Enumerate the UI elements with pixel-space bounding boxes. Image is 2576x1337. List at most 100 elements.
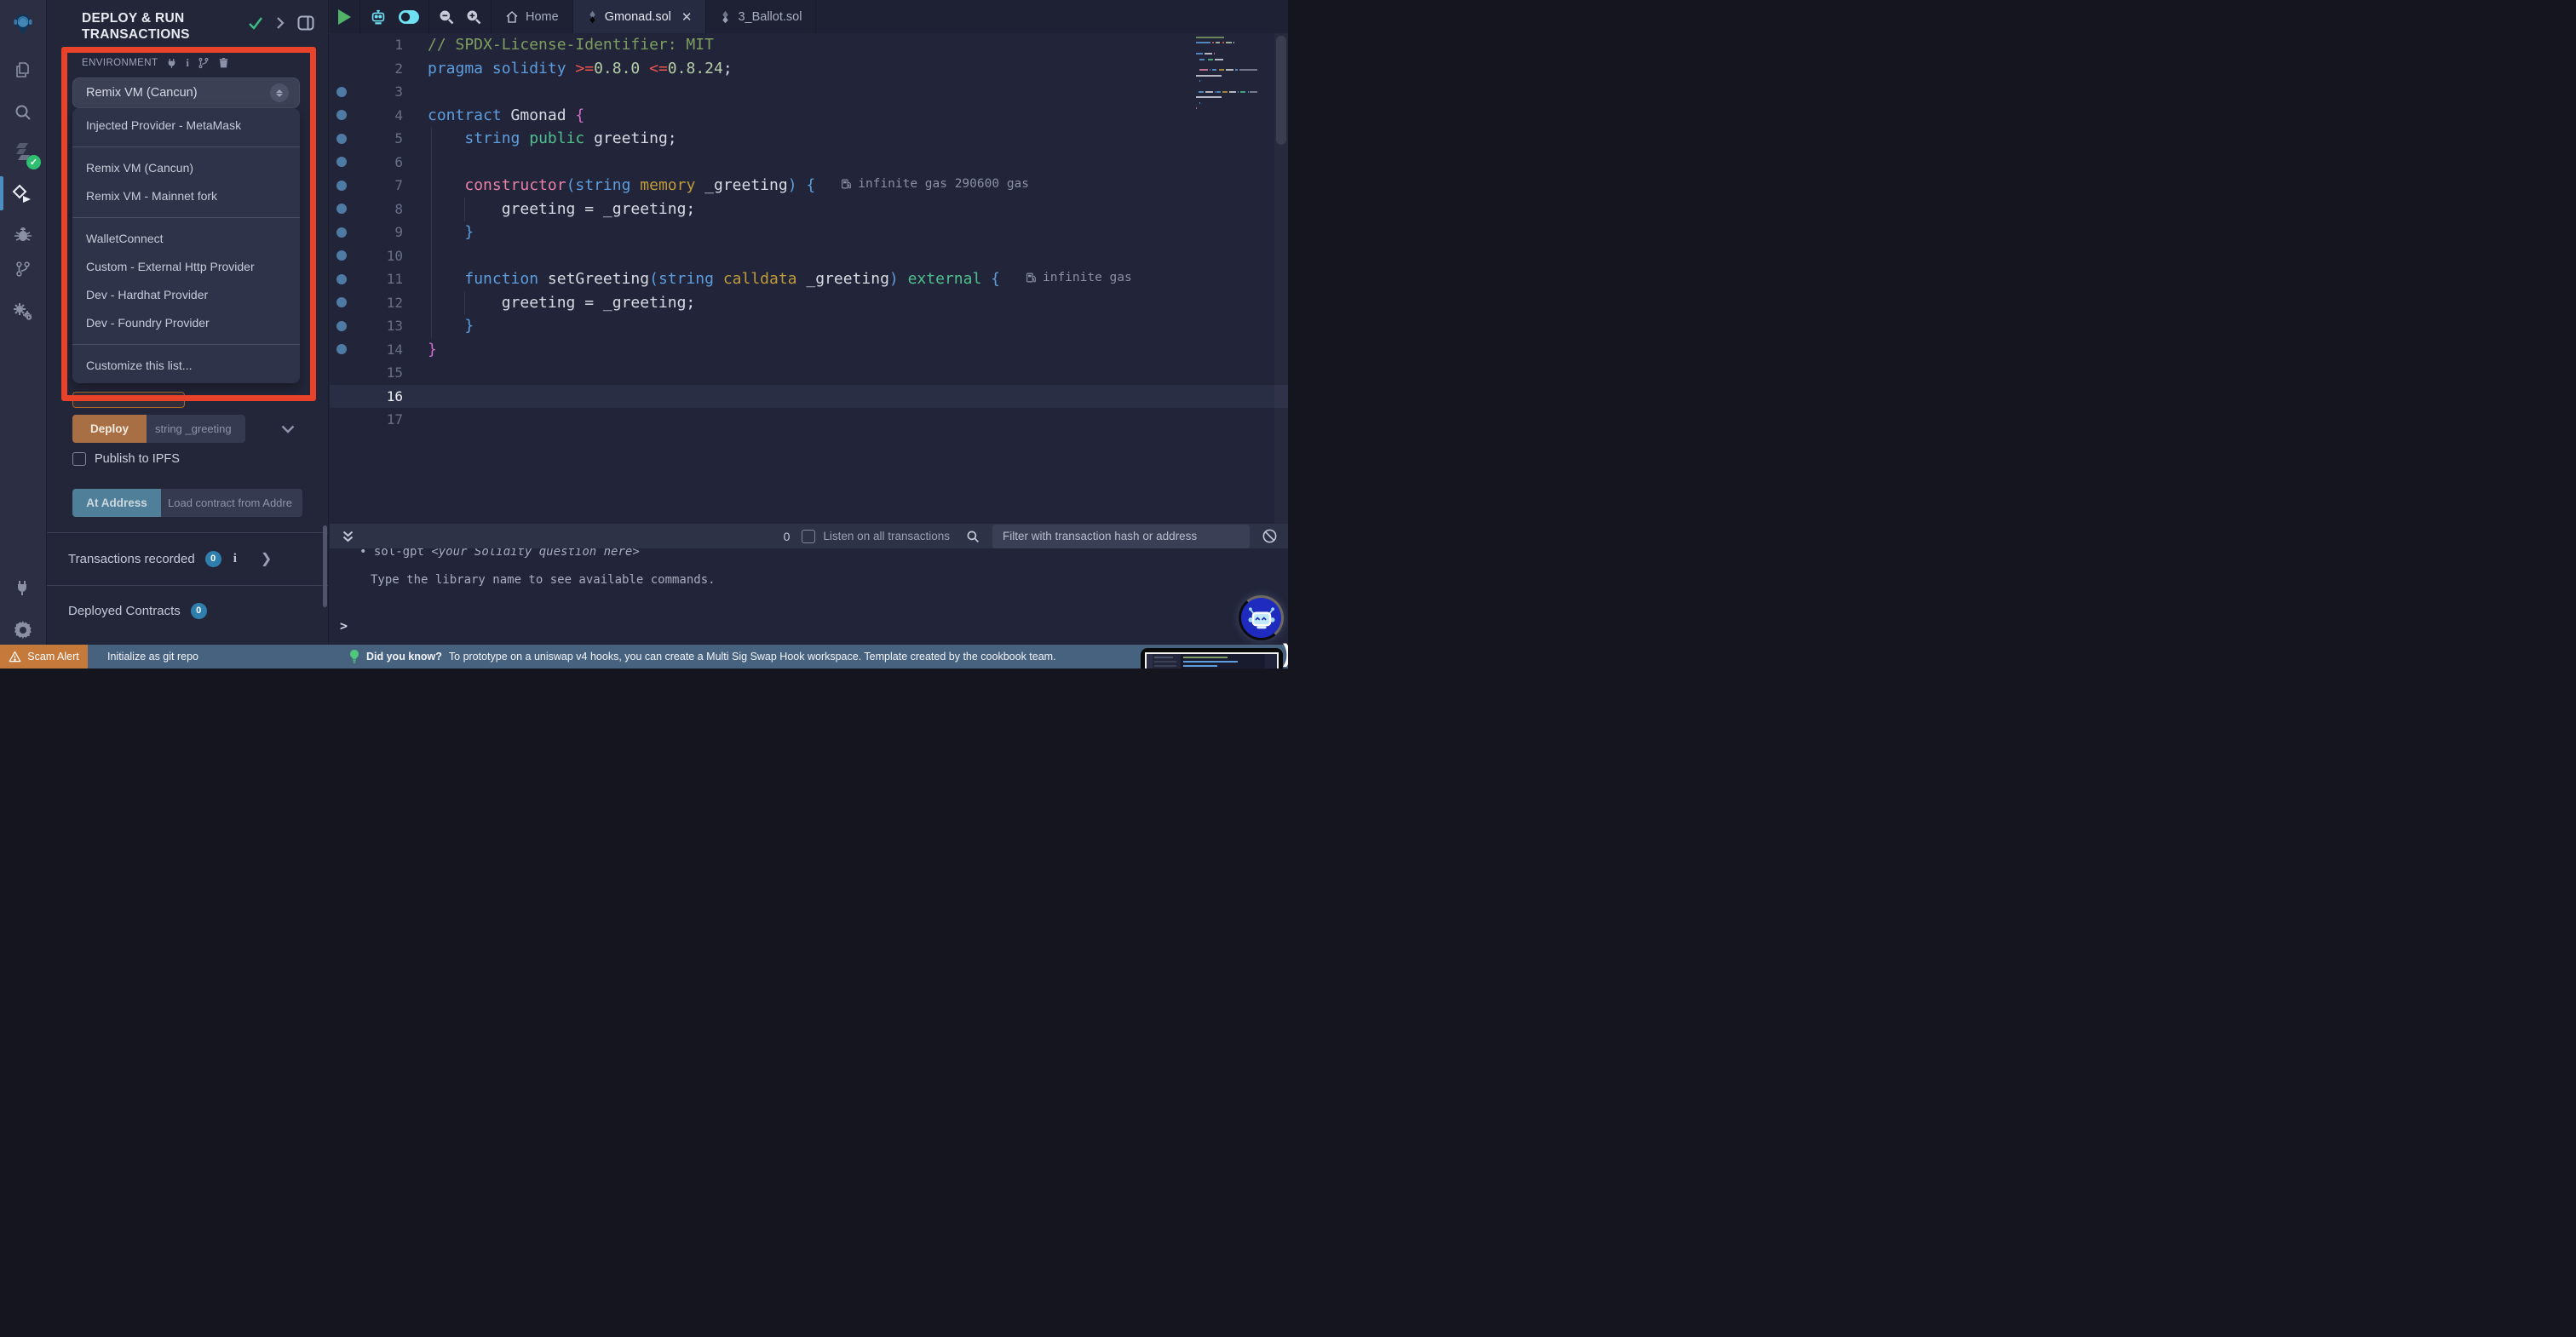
terminal-search-icon[interactable]	[965, 529, 980, 544]
remix-ide-window: ✓ DEPLOY & RUN TRANSACTIONS ENVIRONMENT …	[0, 0, 1288, 668]
zoom-out-icon[interactable]	[438, 9, 455, 26]
deploy-button[interactable]: Deploy	[72, 415, 147, 443]
environment-option[interactable]: Dev - Hardhat Provider	[72, 281, 300, 309]
line-number: 7	[394, 177, 403, 194]
gutter-marker	[330, 157, 354, 168]
solidity-compiler-icon[interactable]: ✓	[11, 140, 41, 169]
gutter-marker	[330, 250, 354, 261]
search-icon[interactable]	[11, 100, 35, 124]
run-script-button[interactable]	[338, 9, 351, 25]
listen-all-transactions-label: Listen on all transactions	[823, 530, 950, 542]
deployed-contracts-section[interactable]: Deployed Contracts 0	[68, 598, 315, 623]
did-you-know-tip: Did you know? To prototype on a uniswap …	[349, 650, 1056, 663]
code-line[interactable]: 14}	[330, 338, 1288, 362]
code-line[interactable]: 7 constructor(string memory _greeting) {…	[330, 174, 1288, 198]
code-line[interactable]: 9 }	[330, 221, 1288, 244]
line-number: 16	[386, 387, 403, 405]
transactions-recorded-section[interactable]: Transactions recorded 0 i ❯	[68, 546, 315, 571]
code-line[interactable]: 16	[330, 384, 1288, 408]
dropdown-divider	[72, 146, 300, 147]
gutter-marker	[330, 227, 354, 238]
tab-home[interactable]: Home	[492, 0, 573, 33]
code-line[interactable]: 17	[330, 408, 1288, 432]
code-text: // SPDX-License-Identifier: MIT	[428, 36, 714, 55]
indent-guide	[464, 197, 465, 221]
ai-assistant-avatar[interactable]	[1239, 595, 1284, 640]
git-init-button[interactable]: Initialize as git repo	[107, 651, 198, 663]
line-number: 1	[394, 37, 403, 54]
code-editor[interactable]: 1 // SPDX-License-Identifier: MIT 2 pragma …	[330, 33, 1288, 524]
pin-panel-icon[interactable]	[297, 15, 314, 31]
scam-alert-button[interactable]: Scam Alert	[0, 645, 88, 668]
transactions-info-icon[interactable]: i	[233, 552, 237, 566]
plugins-icon[interactable]	[11, 300, 35, 324]
code-line[interactable]: 3	[330, 80, 1288, 104]
screen-share-preview[interactable]	[1141, 648, 1283, 668]
gutter-marker	[330, 273, 354, 284]
code-line[interactable]: 13 }	[330, 314, 1288, 338]
transactions-chevron-icon[interactable]: ❯	[261, 550, 272, 567]
terminal-output[interactable]: • sol-gpt <your Solidity question here> …	[330, 548, 1288, 645]
zoom-in-icon[interactable]	[465, 9, 482, 26]
code-line[interactable]: 12 greeting = _greeting;	[330, 291, 1288, 315]
clear-console-icon[interactable]	[1262, 528, 1278, 544]
code-line[interactable]: 1 // SPDX-License-Identifier: MIT	[330, 33, 1288, 57]
environment-option[interactable]: Remix VM - Mainnet fork	[72, 182, 300, 210]
environment-select[interactable]: Remix VM (Cancun)	[72, 77, 300, 108]
code-line[interactable]: 4 contract Gmonad {	[330, 104, 1288, 128]
code-line[interactable]: 11 function setGreeting(string calldata …	[330, 267, 1288, 291]
gutter-marker	[330, 320, 354, 331]
at-address-input[interactable]	[161, 489, 302, 517]
environment-option[interactable]: Custom - External Http Provider	[72, 253, 300, 281]
trash-icon[interactable]	[218, 57, 229, 69]
environment-option[interactable]: WalletConnect	[72, 225, 300, 253]
tab-3-ballot-sol[interactable]: 3_Ballot.sol	[706, 0, 817, 33]
code-text: contract Gmonad {	[428, 106, 585, 124]
panel-scrollbar[interactable]	[323, 525, 327, 607]
ai-copilot-toggle[interactable]	[398, 9, 420, 25]
gutter-marker	[330, 86, 354, 97]
obscured-warning-button[interactable]	[72, 392, 185, 408]
gas-estimate-annotation: infinite gas	[1026, 271, 1132, 284]
deploy-run-icon[interactable]	[11, 182, 35, 206]
scrollbar-thumb[interactable]	[1276, 36, 1286, 145]
minimap[interactable]	[1196, 37, 1259, 129]
tab-gmonad-sol[interactable]: Gmonad.sol ✕	[572, 0, 707, 33]
file-explorer-icon[interactable]	[11, 58, 35, 82]
plug-icon[interactable]	[166, 58, 177, 69]
code-line[interactable]: 5 string public greeting;	[330, 127, 1288, 151]
environment-dropdown-menu: Injected Provider - MetaMask Remix VM (Ca…	[72, 108, 300, 383]
remix-logo-icon[interactable]	[11, 13, 35, 37]
code-line[interactable]: 15	[330, 361, 1288, 385]
lightbulb-icon	[350, 650, 359, 663]
chevron-right-icon[interactable]	[276, 16, 285, 30]
constructor-arg-input[interactable]	[147, 415, 245, 443]
code-text: function setGreeting(string calldata _gr…	[464, 270, 1132, 289]
environment-info-icon[interactable]: i	[186, 57, 189, 68]
fork-icon[interactable]	[198, 57, 210, 69]
code-line[interactable]: 8 greeting = _greeting;	[330, 198, 1288, 221]
environment-option[interactable]: Injected Provider - MetaMask	[72, 112, 300, 140]
ai-copilot-icon[interactable]	[369, 8, 388, 26]
code-text: }	[464, 223, 474, 242]
environment-option[interactable]: Remix VM (Cancun)	[72, 154, 300, 182]
environment-option[interactable]: Dev - Foundry Provider	[72, 309, 300, 337]
listen-all-transactions-checkbox[interactable]	[802, 529, 816, 543]
select-arrows-icon	[270, 83, 289, 102]
expand-constructor-args-icon[interactable]	[281, 425, 295, 433]
at-address-button[interactable]: At Address	[72, 489, 161, 517]
terminal-filter-input[interactable]	[992, 524, 1250, 548]
gutter-marker	[330, 204, 354, 215]
publish-to-ipfs-checkbox[interactable]	[72, 452, 86, 466]
code-line[interactable]: 6	[330, 151, 1288, 175]
environment-option[interactable]: Customize this list...	[72, 352, 300, 380]
debugger-icon[interactable]	[11, 222, 35, 246]
git-icon[interactable]	[11, 257, 35, 281]
editor-scrollbar[interactable]	[1274, 33, 1288, 524]
code-line[interactable]: 2 pragma solidity >=0.8.0 <=0.8.24;	[330, 57, 1288, 81]
settings-icon[interactable]	[11, 618, 35, 642]
plugin-manager-icon[interactable]	[11, 576, 35, 600]
expand-terminal-icon[interactable]	[342, 530, 354, 543]
code-line[interactable]: 10	[330, 244, 1288, 268]
close-tab-icon[interactable]: ✕	[681, 9, 693, 25]
